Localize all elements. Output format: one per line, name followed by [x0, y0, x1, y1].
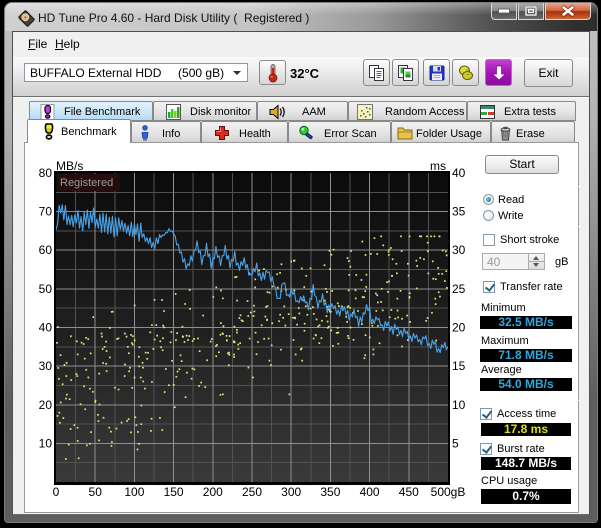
svg-text:10: 10 — [39, 436, 53, 450]
svg-text:400: 400 — [360, 485, 380, 499]
svg-text:Registered: Registered — [60, 177, 113, 189]
svg-text:100: 100 — [124, 485, 144, 499]
svg-text:70: 70 — [39, 205, 53, 219]
svg-text:30: 30 — [452, 243, 466, 257]
svg-text:300: 300 — [281, 485, 301, 499]
svg-text:250: 250 — [242, 485, 262, 499]
svg-text:0: 0 — [53, 485, 60, 499]
svg-text:200: 200 — [203, 485, 223, 499]
svg-text:60: 60 — [39, 243, 53, 257]
svg-text:30: 30 — [39, 359, 53, 373]
svg-text:5: 5 — [452, 436, 459, 450]
svg-text:10: 10 — [452, 398, 466, 412]
svg-text:500gB: 500gB — [431, 485, 466, 499]
svg-text:15: 15 — [452, 359, 466, 373]
svg-text:40: 40 — [452, 166, 466, 180]
svg-text:50: 50 — [89, 485, 103, 499]
svg-text:35: 35 — [452, 205, 466, 219]
svg-text:25: 25 — [452, 282, 466, 296]
svg-text:20: 20 — [39, 398, 53, 412]
svg-text:ms: ms — [430, 159, 446, 173]
svg-text:MB/s: MB/s — [56, 159, 83, 173]
svg-text:450: 450 — [399, 485, 419, 499]
svg-text:150: 150 — [164, 485, 184, 499]
svg-text:20: 20 — [452, 321, 466, 335]
svg-text:40: 40 — [39, 321, 53, 335]
svg-text:50: 50 — [39, 282, 53, 296]
svg-text:350: 350 — [320, 485, 340, 499]
svg-text:80: 80 — [39, 166, 53, 180]
